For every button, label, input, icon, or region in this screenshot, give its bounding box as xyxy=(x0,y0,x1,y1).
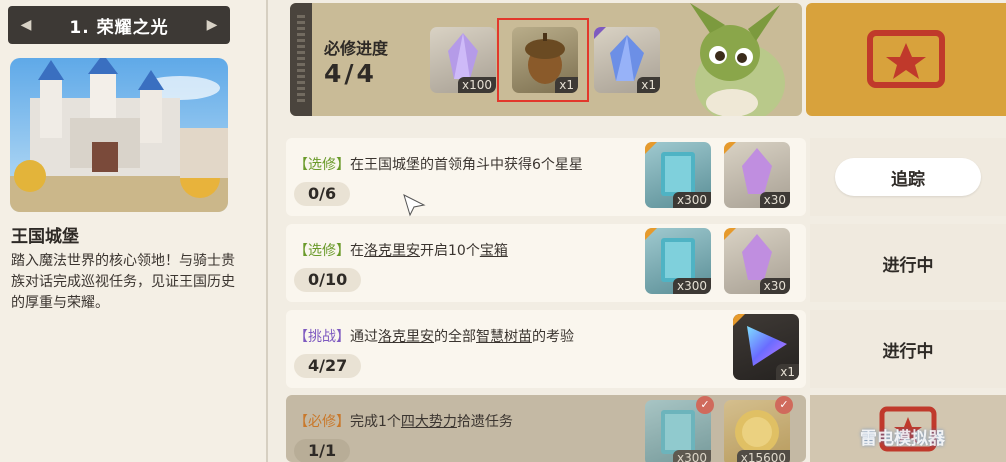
emulator-watermark: 雷电模拟器 xyxy=(860,429,945,449)
chapter-title: 1. 荣耀之光 xyxy=(69,17,169,38)
reward-quantity: x300 xyxy=(672,450,711,462)
next-chapter-icon[interactable]: ▶ xyxy=(204,17,220,33)
required-progress-count: 4/4 xyxy=(324,59,377,88)
quest-action-cell: 追踪 xyxy=(810,138,1006,216)
mouse-cursor-icon xyxy=(403,194,426,217)
seal-stamp-icon xyxy=(867,30,945,88)
quest-action-cell: 进行中 xyxy=(810,310,1006,388)
reward-quantity: x30 xyxy=(759,278,790,294)
reward-quantity: x1 xyxy=(637,77,660,93)
reward-quantity: x300 xyxy=(672,192,711,208)
quest-description: 【选修】在洛克里安开启10个宝箱 xyxy=(294,243,508,259)
quest-progress: 0/10 xyxy=(294,268,362,292)
quest-progress: 1/1 xyxy=(294,439,351,462)
quest-row: 【挑战】通过洛克里安的全部智慧树苗的考验 4/27 xyxy=(286,310,806,388)
reward-item[interactable]: x1 xyxy=(594,27,660,93)
chest-link[interactable]: 宝箱 xyxy=(480,243,508,259)
quest-description: 【挑战】通过洛克里安的全部智慧树苗的考验 xyxy=(294,329,574,345)
in-progress-status: 进行中 xyxy=(882,341,934,362)
castle-illustration xyxy=(10,58,228,212)
reward-item[interactable]: x30 xyxy=(724,228,790,294)
mascot-illustration xyxy=(690,3,785,116)
reward-item[interactable]: x300 xyxy=(645,228,711,294)
sapling-link[interactable]: 智慧树苗 xyxy=(476,329,532,345)
reward-item[interactable]: x1 xyxy=(733,314,799,380)
location-link[interactable]: 洛克里安 xyxy=(364,243,420,259)
claimed-check-icon: ✓ xyxy=(696,396,714,414)
decor-strip xyxy=(290,3,312,116)
chapter-selector: ◀ 1. 荣耀之光 ▶ xyxy=(8,6,230,44)
location-description: 踏入魔法世界的核心领地！与骑士贵族对话完成巡视任务，见证王国历史的厚重与荣耀。 xyxy=(11,253,235,311)
selected-reward-highlight xyxy=(497,18,589,102)
left-panel: ◀ 1. 荣耀之光 ▶ 王国城堡 踏入魔法世界的核心领地！与骑士贵族对话完成巡视… xyxy=(0,0,266,462)
reward-quantity: x30 xyxy=(759,192,790,208)
required-progress-label: 必修进度 xyxy=(324,39,389,58)
track-button[interactable]: 追踪 xyxy=(835,158,981,196)
reward-quantity: x15600 xyxy=(736,450,790,462)
quest-description: 【选修】在王国城堡的首领角斗中获得6个星星 xyxy=(294,157,583,173)
reward-quantity: x100 xyxy=(457,77,496,93)
quest-description: 【必修】完成1个四大势力拾遗任务 xyxy=(294,414,513,430)
panel-divider xyxy=(266,0,268,462)
chapter-reward-card[interactable] xyxy=(806,3,1006,116)
previous-chapter-icon[interactable]: ◀ xyxy=(18,17,34,33)
reward-quantity: x1 xyxy=(776,364,799,380)
quest-tag: 【选修】 xyxy=(294,157,350,173)
quest-action-cell: 进行中 xyxy=(810,224,1006,302)
in-progress-status: 进行中 xyxy=(882,255,934,276)
location-link[interactable]: 洛克里安 xyxy=(378,329,434,345)
reward-quantity: x300 xyxy=(672,278,711,294)
quest-progress: 0/6 xyxy=(294,182,351,206)
quest-progress: 4/27 xyxy=(294,354,362,378)
reward-item[interactable]: x300 xyxy=(645,142,711,208)
factions-link[interactable]: 四大势力 xyxy=(401,414,457,430)
location-name: 王国城堡 xyxy=(11,227,79,247)
reward-item[interactable]: x30 xyxy=(724,142,790,208)
claimed-check-icon: ✓ xyxy=(775,396,793,414)
reward-item[interactable]: x100 xyxy=(430,27,496,93)
